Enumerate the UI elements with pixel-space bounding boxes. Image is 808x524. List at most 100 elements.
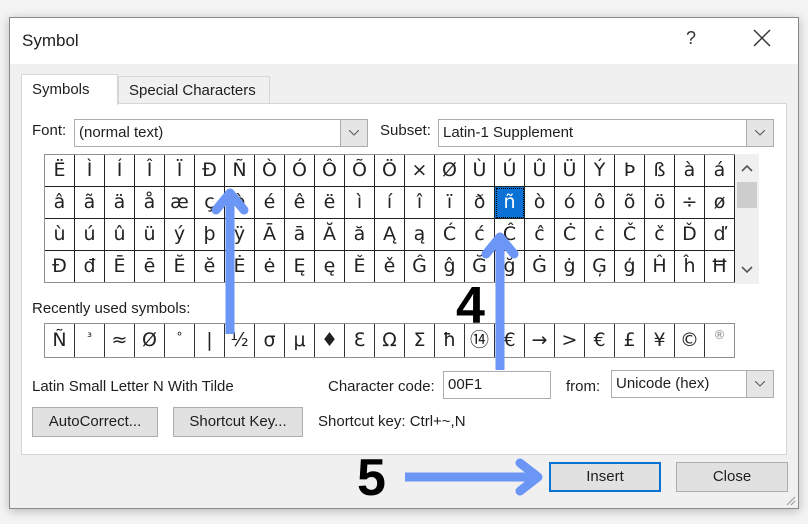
recent-symbol-cell[interactable]: Ω bbox=[375, 324, 405, 357]
symbol-cell[interactable]: Î bbox=[135, 155, 165, 187]
symbol-cell[interactable]: í bbox=[375, 187, 405, 219]
symbol-cell[interactable]: Þ bbox=[615, 155, 645, 187]
symbol-cell[interactable]: × bbox=[405, 155, 435, 187]
recent-symbol-cell[interactable]: Ɛ bbox=[345, 324, 375, 357]
symbol-cell[interactable]: ç bbox=[195, 187, 225, 219]
symbol-cell[interactable]: ø bbox=[705, 187, 735, 219]
resize-grip-icon[interactable] bbox=[784, 494, 796, 506]
symbol-cell[interactable]: ė bbox=[255, 251, 285, 282]
symbol-cell[interactable]: Ñ bbox=[225, 155, 255, 187]
recent-symbol-cell[interactable]: ¥ bbox=[645, 324, 675, 357]
symbol-cell[interactable]: ö bbox=[645, 187, 675, 219]
autocorrect-button[interactable]: AutoCorrect... bbox=[32, 407, 158, 437]
symbol-cell[interactable]: ä bbox=[105, 187, 135, 219]
symbol-cell[interactable]: û bbox=[105, 219, 135, 251]
recent-symbol-cell[interactable]: ® bbox=[705, 324, 734, 357]
symbol-cell[interactable]: ò bbox=[525, 187, 555, 219]
recent-symbol-cell[interactable]: ° bbox=[165, 324, 195, 357]
symbol-cell[interactable]: ã bbox=[75, 187, 105, 219]
recent-symbol-cell[interactable]: Ø bbox=[135, 324, 165, 357]
recent-symbol-cell[interactable]: © bbox=[675, 324, 705, 357]
symbol-cell[interactable]: î bbox=[405, 187, 435, 219]
recent-symbol-cell[interactable]: ≈ bbox=[105, 324, 135, 357]
symbol-cell[interactable]: ě bbox=[375, 251, 405, 282]
symbol-cell[interactable]: ð bbox=[465, 187, 495, 219]
close-icon[interactable] bbox=[750, 26, 774, 50]
character-code-input[interactable]: 00F1 bbox=[443, 371, 551, 399]
symbol-cell[interactable]: æ bbox=[165, 187, 195, 219]
symbol-cell[interactable]: Ü bbox=[555, 155, 585, 187]
symbol-cell[interactable]: Ę bbox=[285, 251, 315, 282]
from-dropdown-button[interactable] bbox=[746, 371, 773, 397]
symbol-cell[interactable]: Ø bbox=[435, 155, 465, 187]
help-button[interactable]: ? bbox=[686, 28, 696, 49]
recent-symbol-cell[interactable]: ½ bbox=[225, 324, 255, 357]
symbol-cell[interactable]: Ď bbox=[675, 219, 705, 251]
symbol-cell[interactable]: ġ bbox=[555, 251, 585, 282]
symbol-cell[interactable]: ĉ bbox=[525, 219, 555, 251]
symbol-cell[interactable]: â bbox=[45, 187, 75, 219]
symbol-cell-selected[interactable]: ñ bbox=[495, 187, 525, 219]
symbol-cell[interactable]: ï bbox=[435, 187, 465, 219]
symbol-cell[interactable]: ì bbox=[345, 187, 375, 219]
symbol-cell[interactable]: à bbox=[675, 155, 705, 187]
symbol-cell[interactable]: ą bbox=[405, 219, 435, 251]
symbol-cell[interactable]: ÿ bbox=[225, 219, 255, 251]
symbol-cell[interactable]: Û bbox=[525, 155, 555, 187]
scrollbar-thumb[interactable] bbox=[737, 182, 757, 208]
symbol-cell[interactable]: Đ bbox=[45, 251, 75, 282]
scroll-down-icon[interactable] bbox=[739, 262, 755, 276]
font-select[interactable]: (normal text) bbox=[74, 119, 368, 147]
symbol-cell[interactable]: Ĥ bbox=[645, 251, 675, 282]
recent-symbol-cell[interactable]: σ bbox=[255, 324, 285, 357]
symbol-cell[interactable]: Ô bbox=[315, 155, 345, 187]
symbol-cell[interactable]: č bbox=[645, 219, 675, 251]
symbol-cell[interactable]: Ħ bbox=[705, 251, 735, 282]
symbol-cell[interactable]: Õ bbox=[345, 155, 375, 187]
symbol-cell[interactable]: ĕ bbox=[195, 251, 225, 282]
symbol-cell[interactable]: ę bbox=[315, 251, 345, 282]
font-dropdown-button[interactable] bbox=[340, 120, 367, 146]
symbol-cell[interactable]: å bbox=[135, 187, 165, 219]
recent-symbol-cell[interactable]: ³ bbox=[75, 324, 105, 357]
from-select[interactable]: Unicode (hex) bbox=[611, 370, 774, 398]
symbol-cell[interactable]: Í bbox=[105, 155, 135, 187]
symbol-cell[interactable]: ĥ bbox=[675, 251, 705, 282]
symbol-cell[interactable]: ë bbox=[315, 187, 345, 219]
symbol-cell[interactable]: ā bbox=[285, 219, 315, 251]
recent-symbol-cell[interactable]: → bbox=[525, 324, 555, 357]
symbol-cell[interactable]: Ā bbox=[255, 219, 285, 251]
subset-select[interactable]: Latin-1 Supplement bbox=[438, 119, 774, 147]
recent-symbol-cell[interactable]: Ñ bbox=[45, 324, 75, 357]
symbol-cell[interactable]: ù bbox=[45, 219, 75, 251]
symbol-cell[interactable]: Ë bbox=[45, 155, 75, 187]
symbol-cell[interactable]: ć bbox=[465, 219, 495, 251]
symbol-cell[interactable]: ó bbox=[555, 187, 585, 219]
shortcut-key-button[interactable]: Shortcut Key... bbox=[173, 407, 303, 437]
symbol-cell[interactable]: Ý bbox=[585, 155, 615, 187]
symbol-cell[interactable]: Ą bbox=[375, 219, 405, 251]
recent-symbol-cell[interactable]: ♦ bbox=[315, 324, 345, 357]
symbol-cell[interactable]: Č bbox=[615, 219, 645, 251]
tab-symbols[interactable]: Symbols bbox=[21, 74, 118, 105]
symbol-cell[interactable]: ď bbox=[705, 219, 735, 251]
symbol-cell[interactable]: Ð bbox=[195, 155, 225, 187]
scroll-up-icon[interactable] bbox=[739, 162, 755, 176]
tab-special-characters[interactable]: Special Characters bbox=[118, 76, 270, 104]
symbol-cell[interactable]: Ö bbox=[375, 155, 405, 187]
symbol-cell[interactable]: Ò bbox=[255, 155, 285, 187]
symbol-cell[interactable]: đ bbox=[75, 251, 105, 282]
recent-symbol-cell[interactable]: μ bbox=[285, 324, 315, 357]
symbol-cell[interactable]: ü bbox=[135, 219, 165, 251]
symbol-cell[interactable]: ă bbox=[345, 219, 375, 251]
symbol-cell[interactable]: é bbox=[255, 187, 285, 219]
symbol-cell[interactable]: ú bbox=[75, 219, 105, 251]
recent-symbol-cell[interactable]: € bbox=[585, 324, 615, 357]
symbol-cell[interactable]: Ĝ bbox=[405, 251, 435, 282]
recent-symbol-cell[interactable]: | bbox=[195, 324, 225, 357]
symbol-cell[interactable]: Ē bbox=[105, 251, 135, 282]
symbol-cell[interactable]: Ě bbox=[345, 251, 375, 282]
recent-symbol-cell[interactable]: > bbox=[555, 324, 585, 357]
symbol-cell[interactable]: á bbox=[705, 155, 735, 187]
symbol-cell[interactable]: ß bbox=[645, 155, 675, 187]
